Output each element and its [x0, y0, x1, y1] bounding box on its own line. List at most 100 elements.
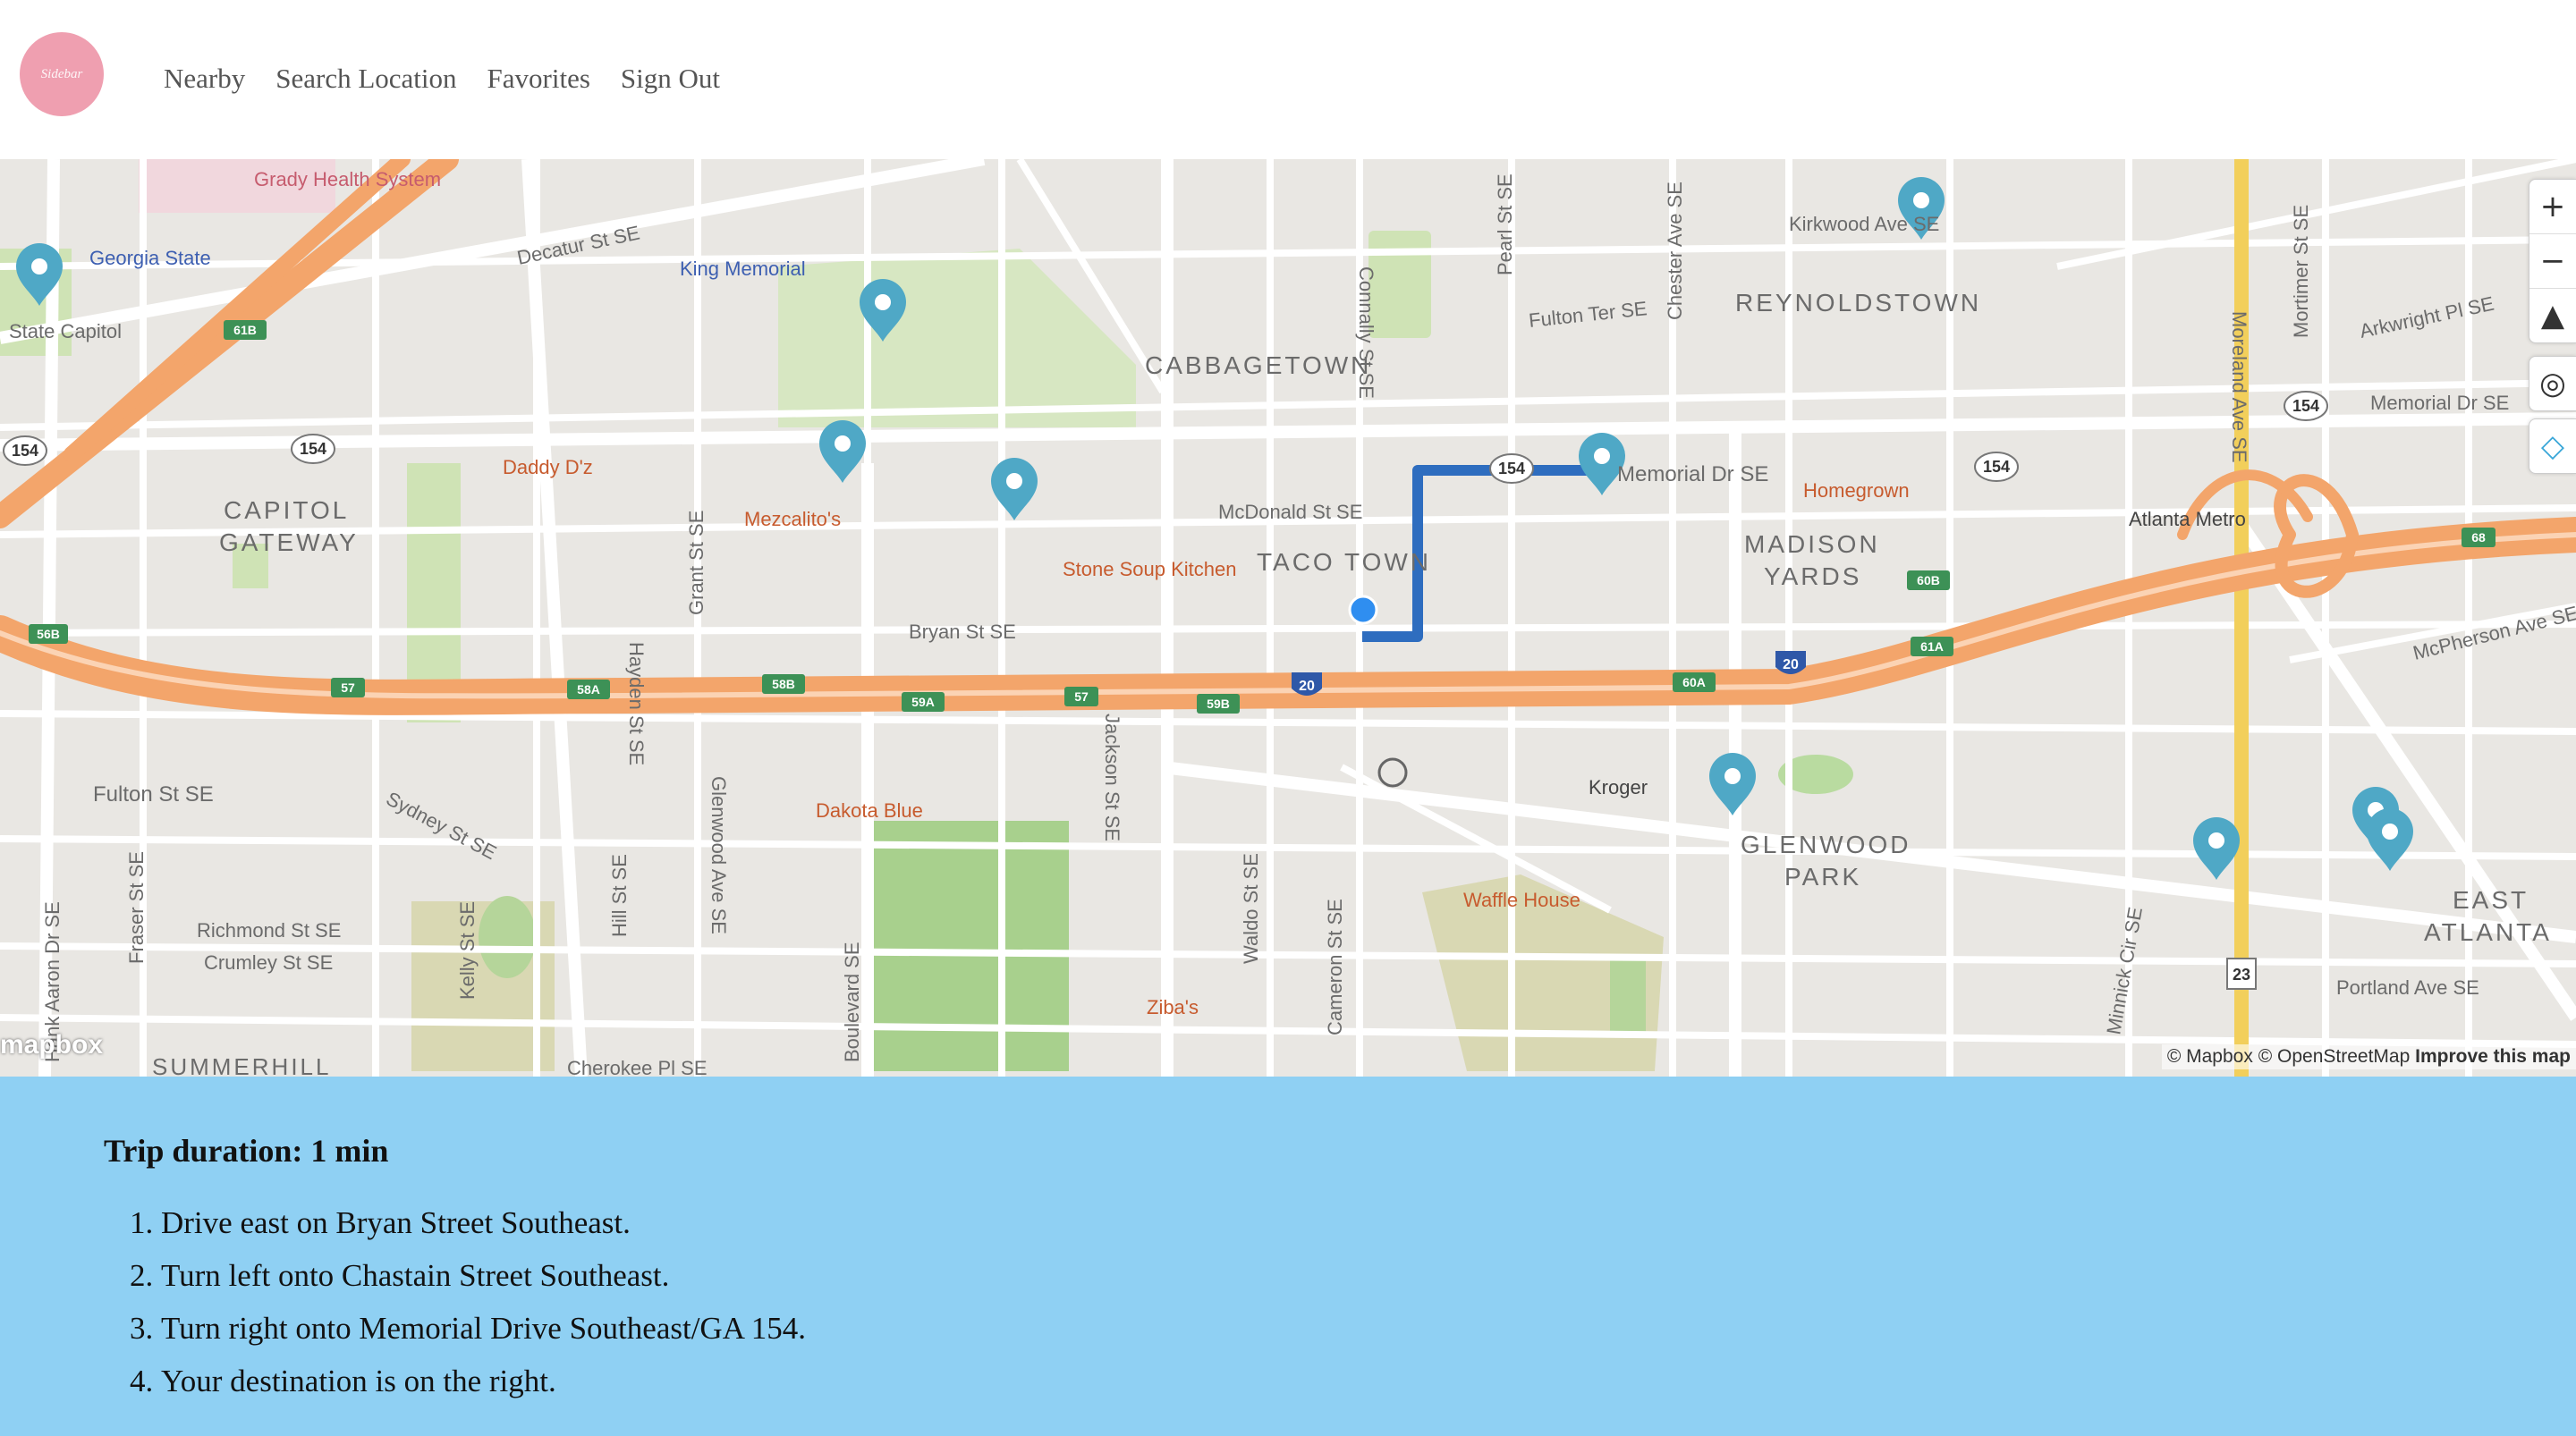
- map-label: Chester Ave SE: [1664, 182, 1686, 320]
- location-pin-dot: [31, 258, 47, 275]
- map-label: Atlanta Metro: [2129, 508, 2246, 530]
- map-label: CAPITOL: [224, 496, 349, 524]
- svg-text:60A: 60A: [1682, 675, 1706, 689]
- mapbox-attribution-link[interactable]: © Mapbox: [2167, 1046, 2253, 1067]
- location-pin-dot: [1006, 473, 1022, 489]
- map-label: Hayden St SE: [625, 642, 648, 765]
- route-shield: 23: [2226, 958, 2257, 990]
- mapbox-logo[interactable]: mapbox: [0, 1030, 103, 1060]
- svg-text:154: 154: [12, 442, 38, 460]
- map-label: SUMMERHILL: [152, 1053, 331, 1077]
- zoom-out-button[interactable]: −: [2529, 234, 2576, 289]
- map-label: REYNOLDSTOWN: [1735, 289, 1981, 317]
- svg-text:59B: 59B: [1207, 697, 1230, 711]
- svg-text:59A: 59A: [911, 695, 935, 709]
- top-navbar: Sidebar Nearby Search Location Favorites…: [0, 0, 2576, 159]
- svg-text:154: 154: [1498, 460, 1525, 477]
- map-label: Fraser St SE: [125, 851, 148, 964]
- svg-text:68: 68: [2471, 530, 2486, 545]
- map-nav-control: + − ▲: [2529, 179, 2576, 343]
- map-label: McDonald St SE: [1218, 501, 1362, 523]
- map-label: Waldo St SE: [1240, 853, 1262, 964]
- map-label: Connally St SE: [1355, 266, 1377, 399]
- current-location-dot: [1348, 595, 1378, 625]
- app-logo[interactable]: Sidebar: [20, 32, 104, 116]
- map-svg: Grady Health System Georgia State Decatu…: [0, 159, 2576, 1077]
- map-label: Bryan St SE: [909, 621, 1016, 643]
- route-shield: 154: [1974, 452, 2019, 482]
- nav-search-location-link[interactable]: Search Location: [275, 63, 456, 95]
- svg-text:61B: 61B: [233, 323, 257, 337]
- direction-step: Drive east on Bryan Street Southeast.: [161, 1196, 806, 1249]
- map-label: Georgia State: [89, 247, 211, 269]
- map-canvas[interactable]: Grady Health System Georgia State Decatu…: [0, 159, 2576, 1077]
- compass-button[interactable]: ▲: [2529, 289, 2576, 342]
- map-label: TACO TOWN: [1257, 548, 1431, 576]
- location-pin-dot: [875, 294, 891, 310]
- map-label: Fulton Ter SE: [1528, 297, 1648, 332]
- map-label: Portland Ave SE: [2336, 976, 2479, 999]
- nav-nearby-link[interactable]: Nearby: [164, 63, 245, 95]
- improve-map-link[interactable]: Improve this map: [2415, 1046, 2571, 1067]
- map-label: Kirkwood Ave SE: [1789, 213, 1939, 235]
- logo-text: Sidebar: [40, 66, 83, 81]
- zoom-in-button[interactable]: +: [2529, 180, 2576, 234]
- svg-text:56B: 56B: [37, 627, 60, 641]
- nav-favorites-link[interactable]: Favorites: [487, 63, 590, 95]
- map-label: PARK: [1784, 863, 1861, 891]
- directions-list: Drive east on Bryan Street Southeast. Tu…: [125, 1196, 806, 1407]
- location-pin-dot: [1594, 448, 1610, 464]
- map-label: Cherokee Pl SE: [567, 1057, 708, 1077]
- map-geolocate-control: ◎: [2529, 356, 2576, 411]
- nav-sign-out-link[interactable]: Sign Out: [621, 63, 720, 95]
- map-label: Mezcalito's: [744, 508, 841, 530]
- map-label: King Memorial: [680, 258, 806, 280]
- location-pin-dot: [1724, 768, 1741, 784]
- map-label: Memorial Dr SE: [1617, 462, 1768, 486]
- map-label: Crumley St SE: [204, 951, 333, 974]
- map-label: Hill St SE: [608, 854, 631, 937]
- map-label: Dakota Blue: [816, 799, 923, 822]
- map-label: EAST: [2453, 886, 2529, 914]
- map-label: ATLANTA: [2424, 918, 2552, 946]
- directions-panel: Trip duration: 1 min Drive east on Bryan…: [0, 1077, 2576, 1436]
- map-label: Daddy D'z: [503, 456, 593, 478]
- map-label: Sydney St SE: [383, 787, 501, 864]
- map-label: Minnick Cir SE: [2102, 905, 2147, 1035]
- svg-text:58A: 58A: [577, 682, 600, 697]
- svg-text:61A: 61A: [1920, 639, 1944, 654]
- map-label: YARDS: [1764, 562, 1861, 590]
- direction-step: Turn right onto Memorial Drive Southeast…: [161, 1302, 806, 1355]
- map-label: Glenwood Ave SE: [708, 776, 730, 934]
- map-label: Mortimer St SE: [2290, 205, 2312, 338]
- place-icon: [1377, 757, 1408, 788]
- map-label: Waffle House: [1463, 889, 1580, 911]
- direction-step: Turn left onto Chastain Street Southeast…: [161, 1249, 806, 1302]
- route-shield: 154: [2284, 391, 2328, 421]
- map-label: GATEWAY: [219, 528, 359, 556]
- geolocate-button[interactable]: ◎: [2529, 357, 2576, 410]
- draw-button[interactable]: ◇: [2529, 419, 2576, 473]
- map-label: Kroger: [1589, 776, 1648, 798]
- svg-text:154: 154: [300, 440, 326, 458]
- osm-attribution-link[interactable]: © OpenStreetMap: [2258, 1046, 2411, 1067]
- svg-text:154: 154: [1983, 458, 2010, 476]
- svg-text:57: 57: [1074, 689, 1089, 704]
- map-label: Stone Soup Kitchen: [1063, 558, 1236, 580]
- route-shield: 154: [291, 434, 335, 464]
- map-label: Jackson St SE: [1101, 714, 1123, 841]
- svg-text:60B: 60B: [1917, 573, 1940, 587]
- location-pin-dot: [1913, 192, 1929, 208]
- map-label: State Capitol: [9, 320, 122, 342]
- map-attribution: © Mapbox © OpenStreetMap Improve this ma…: [2161, 1044, 2576, 1069]
- map-label: Homegrown: [1803, 479, 1910, 502]
- svg-text:23: 23: [2233, 966, 2250, 984]
- svg-text:58B: 58B: [772, 677, 795, 691]
- map-label: Boulevard SE: [841, 942, 863, 1062]
- route-shield: 154: [1489, 453, 1534, 484]
- map-label: Memorial Dr SE: [2370, 392, 2509, 414]
- svg-text:57: 57: [341, 680, 355, 695]
- map-label: Moreland Ave SE: [2228, 311, 2250, 463]
- map-label: Fulton St SE: [93, 782, 214, 807]
- location-pin-dot: [2208, 832, 2224, 849]
